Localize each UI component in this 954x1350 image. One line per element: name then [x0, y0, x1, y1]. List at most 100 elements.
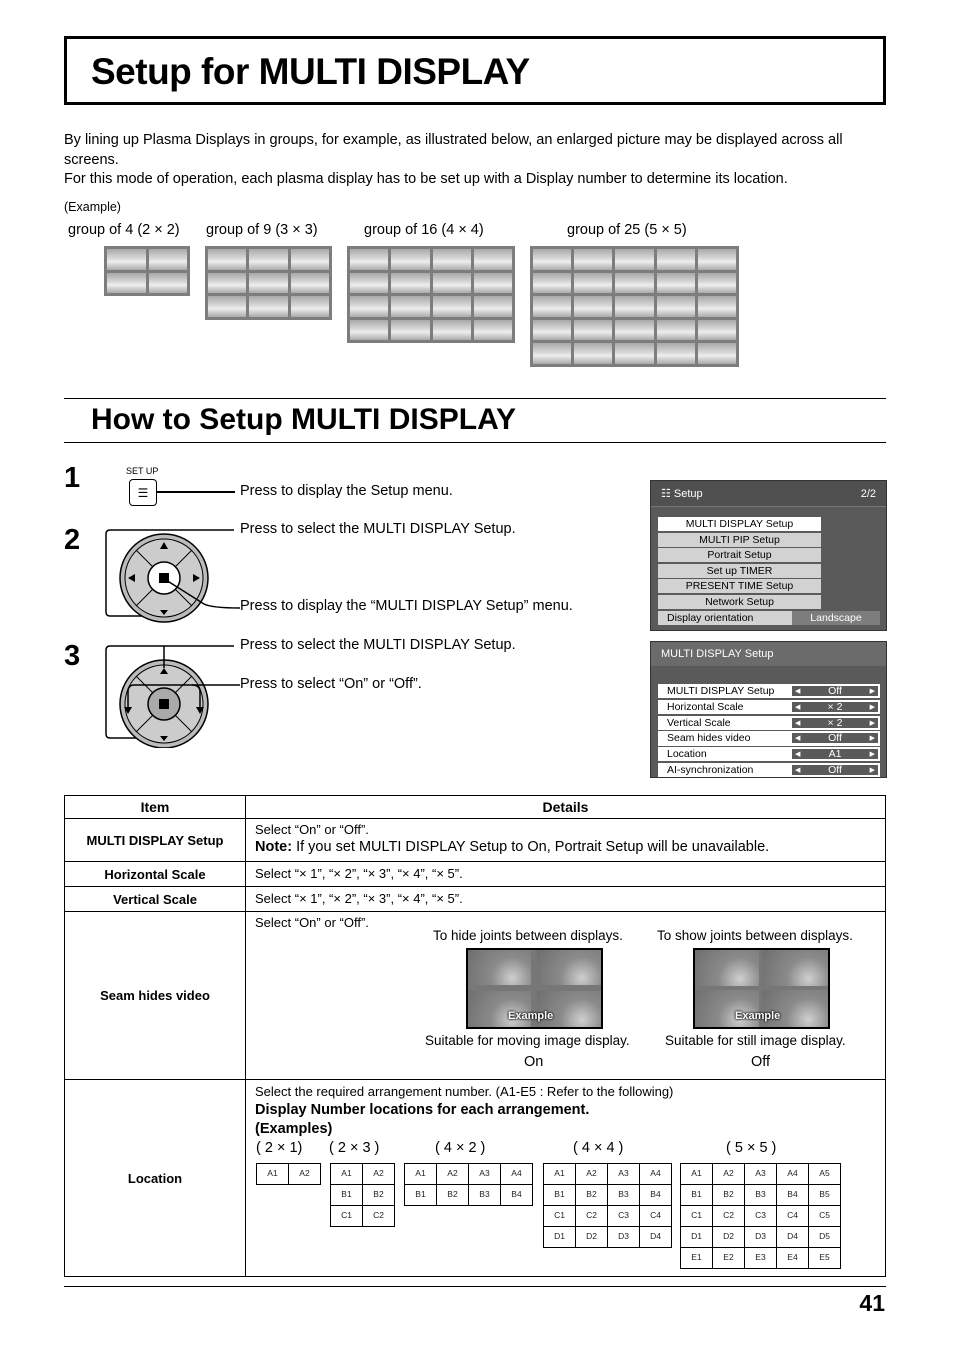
display-tile — [615, 249, 654, 270]
osd-menu-item[interactable]: Portrait Setup — [658, 548, 821, 563]
osd-orientation-row[interactable]: Display orientation Landscape — [658, 610, 880, 625]
display-tile — [615, 296, 654, 317]
right-arrow-icon[interactable]: ▶ — [870, 687, 875, 695]
right-arrow-icon[interactable]: ▶ — [870, 719, 875, 727]
osd-setting-row[interactable]: Vertical Scale ◀ × 2 ▶ — [658, 715, 880, 730]
arrangement-grid: A1 A2 A3 A4 B1 B2 B3 B4 — [404, 1163, 533, 1206]
location-cell: D2 — [712, 1226, 745, 1248]
osd-menu-item[interactable]: MULTI PIP Setup — [658, 532, 821, 547]
arrangement-label: ( 5 × 5 ) — [726, 1140, 777, 1156]
osd-setting-row[interactable]: MULTI DISPLAY Setup ◀ Off ▶ — [658, 684, 880, 699]
osd-menu-item[interactable]: Network Setup — [658, 594, 821, 609]
location-cell: C1 — [680, 1205, 713, 1227]
display-tile — [656, 249, 695, 270]
left-arrow-icon[interactable]: ◀ — [795, 719, 800, 727]
osd-setting-value[interactable]: ◀ A1 ▶ — [791, 748, 879, 761]
left-arrow-icon[interactable]: ◀ — [795, 750, 800, 758]
location-cell: A2 — [288, 1163, 321, 1185]
display-tile — [208, 296, 247, 317]
step-number: 3 — [64, 640, 81, 672]
menu-icon: ☷ — [661, 488, 674, 500]
location-cell: A4 — [500, 1163, 533, 1185]
osd-setting-value[interactable]: ◀ Off ▶ — [791, 732, 879, 745]
location-cell: A2 — [712, 1163, 745, 1185]
seam-off-note: Suitable for still image display. — [665, 1033, 846, 1048]
display-tile — [697, 249, 736, 270]
arrangement-grid: A1 A2 A3 A4 A5 B1 B2 B3 B4 B5 C1 C2 C3 C4 C5 D1 D2 D3 D4 D5… — [680, 1163, 841, 1269]
osd-setup-title: Setup — [673, 488, 703, 500]
display-tile — [290, 272, 329, 294]
group-label: group of 4 (2 × 2) — [68, 222, 180, 238]
location-cell: D4 — [776, 1226, 809, 1248]
location-cell: C2 — [575, 1205, 608, 1227]
display-tile — [533, 249, 572, 270]
display-tile — [533, 319, 572, 341]
arrangement-grid: A1 A2 A3 A4 B1 B2 B3 B4 C1 C2 C3 C4 D1 D2 D3 D4 — [543, 1163, 672, 1248]
display-tile — [249, 249, 288, 270]
section-title: How to Setup MULTI DISPLAY — [91, 403, 516, 436]
right-arrow-icon[interactable]: ▶ — [870, 766, 875, 774]
group-label: group of 25 (5 × 5) — [567, 222, 687, 238]
step-number: 1 — [64, 462, 81, 494]
group-label: group of 9 (3 × 3) — [206, 222, 318, 238]
display-tile — [432, 296, 471, 317]
display-tile — [615, 343, 654, 364]
display-tile — [208, 272, 247, 294]
step-text: Press to display the Setup menu. — [240, 483, 453, 499]
display-wall-5x5 — [530, 246, 739, 367]
display-tile — [350, 296, 389, 317]
setup-button[interactable]: ☰ — [129, 479, 157, 506]
osd-setting-value[interactable]: ◀ Off ▶ — [791, 764, 879, 776]
display-tile — [107, 272, 146, 293]
display-tile — [533, 296, 572, 317]
osd-orientation-label: Display orientation — [667, 611, 754, 624]
osd-menu-item[interactable]: MULTI DISPLAY Setup — [658, 517, 821, 531]
detail-text: Select “× 1”, “× 2”, “× 3”, “× 4”, “× 5”… — [245, 886, 886, 912]
location-cell: C2 — [362, 1205, 395, 1227]
step-number: 2 — [64, 524, 81, 556]
display-tile — [533, 343, 572, 364]
details-table: Item Details MULTI DISPLAY Setup Select … — [64, 795, 886, 1277]
group-label: group of 16 (4 × 4) — [364, 222, 484, 238]
left-arrow-icon[interactable]: ◀ — [795, 703, 800, 711]
example-watermark: Example — [508, 1010, 554, 1022]
osd-setting-row[interactable]: Horizontal Scale ◀ × 2 ▶ — [658, 699, 880, 714]
page-footer-rule — [64, 1286, 886, 1287]
dpad-step3 — [105, 645, 240, 748]
display-tile — [615, 319, 654, 341]
location-cell: B3 — [607, 1184, 640, 1206]
location-cell: C1 — [330, 1205, 363, 1227]
osd-menu-item[interactable]: PRESENT TIME Setup — [658, 579, 821, 594]
item-vertical-scale: Vertical Scale — [64, 886, 246, 912]
left-arrow-icon[interactable]: ◀ — [795, 766, 800, 774]
right-arrow-icon[interactable]: ▶ — [870, 703, 875, 711]
osd-setting-value[interactable]: ◀ Off ▶ — [791, 685, 879, 698]
osd-page-indicator: 2/2 — [860, 487, 876, 500]
osd-orientation-value: Landscape — [792, 610, 880, 625]
location-heading: Display Number locations for each arrang… — [255, 1102, 590, 1118]
left-arrow-icon[interactable]: ◀ — [795, 734, 800, 742]
example-label: (Example) — [64, 200, 121, 214]
osd-menu-item[interactable]: Set up TIMER — [658, 563, 821, 578]
osd-value-text: × 2 — [827, 700, 843, 713]
osd-setting-row[interactable]: Seam hides video ◀ Off ▶ — [658, 731, 880, 746]
seam-image-quadrant — [468, 950, 531, 985]
location-subheading: (Examples) — [255, 1121, 333, 1137]
display-tile — [148, 272, 187, 293]
page-number: 41 — [859, 1290, 885, 1316]
left-arrow-icon[interactable]: ◀ — [795, 687, 800, 695]
osd-setting-row[interactable]: AI-synchronization ◀ Off ▶ — [658, 762, 880, 778]
location-cell: D3 — [607, 1226, 640, 1248]
osd-setting-row[interactable]: Location ◀ A1 ▶ — [658, 747, 880, 762]
location-cell: B2 — [362, 1184, 395, 1206]
location-cell: A4 — [776, 1163, 809, 1185]
location-cell: D3 — [744, 1226, 777, 1248]
location-cell: A3 — [607, 1163, 640, 1185]
step-text: Press to select the MULTI DISPLAY Setup. — [240, 637, 516, 653]
location-cell: B3 — [468, 1184, 501, 1206]
osd-setting-value[interactable]: ◀ × 2 ▶ — [791, 700, 879, 713]
osd-setting-value[interactable]: ◀ × 2 ▶ — [791, 716, 879, 729]
right-arrow-icon[interactable]: ▶ — [870, 750, 875, 758]
right-arrow-icon[interactable]: ▶ — [870, 734, 875, 742]
location-cell: C4 — [639, 1205, 672, 1227]
